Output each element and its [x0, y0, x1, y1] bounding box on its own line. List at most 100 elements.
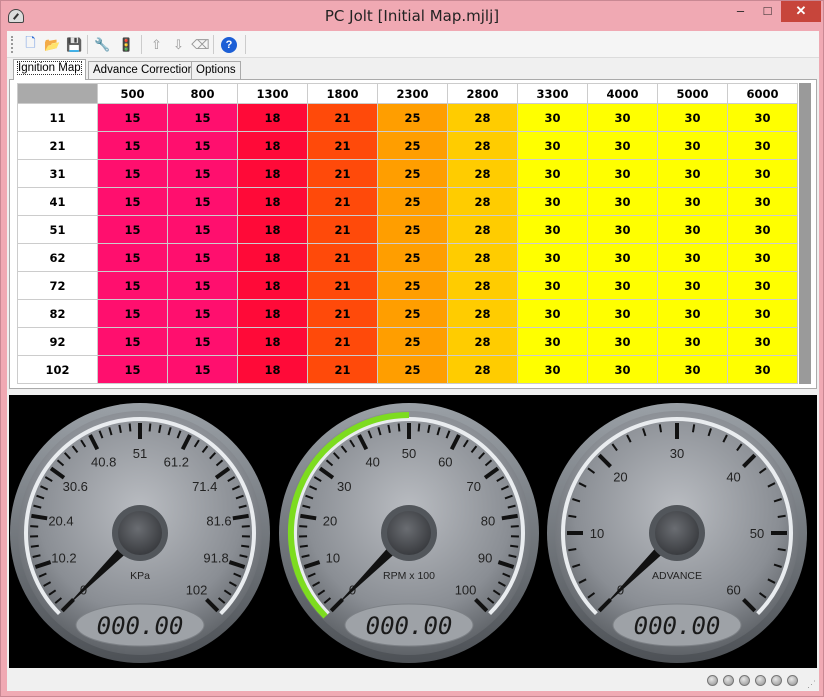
map-cell[interactable]: 30 [587, 271, 658, 300]
map-cell[interactable]: 30 [657, 243, 728, 272]
map-cell[interactable]: 30 [657, 355, 728, 384]
map-cell[interactable]: 30 [727, 131, 798, 160]
map-cell[interactable]: 15 [97, 131, 168, 160]
map-cell[interactable]: 15 [97, 103, 168, 132]
map-cell[interactable]: 21 [307, 243, 378, 272]
row-header-kpa[interactable]: 92 [17, 327, 98, 356]
map-cell[interactable]: 18 [237, 131, 308, 160]
map-cell[interactable]: 18 [237, 187, 308, 216]
save-icon[interactable]: 💾 [65, 35, 84, 54]
map-cell[interactable]: 30 [587, 131, 658, 160]
map-cell[interactable]: 15 [97, 187, 168, 216]
row-header-kpa[interactable]: 21 [17, 131, 98, 160]
map-cell[interactable]: 15 [167, 243, 238, 272]
map-cell[interactable]: 21 [307, 299, 378, 328]
maximize-button[interactable]: □ [754, 1, 781, 22]
toolbar-grip[interactable] [11, 36, 14, 53]
map-cell[interactable]: 25 [377, 187, 448, 216]
open-folder-icon[interactable]: 📂 [43, 35, 62, 54]
map-cell[interactable]: 30 [657, 103, 728, 132]
row-header-kpa[interactable]: 82 [17, 299, 98, 328]
column-header-rpm[interactable]: 6000 [727, 83, 798, 104]
table-corner[interactable] [17, 83, 98, 104]
map-cell[interactable]: 30 [517, 243, 588, 272]
map-cell[interactable]: 30 [657, 215, 728, 244]
map-cell[interactable]: 30 [727, 103, 798, 132]
map-cell[interactable]: 15 [97, 271, 168, 300]
map-cell[interactable]: 30 [587, 215, 658, 244]
close-button[interactable]: ✕ [781, 1, 821, 22]
map-cell[interactable]: 28 [447, 299, 518, 328]
map-cell[interactable]: 30 [657, 159, 728, 188]
map-cell[interactable]: 15 [97, 215, 168, 244]
map-cell[interactable]: 30 [657, 327, 728, 356]
map-cell[interactable]: 30 [517, 355, 588, 384]
map-cell[interactable]: 30 [727, 327, 798, 356]
traffic-light-icon[interactable]: 🚦 [117, 35, 136, 54]
row-header-kpa[interactable]: 51 [17, 215, 98, 244]
row-header-kpa[interactable]: 72 [17, 271, 98, 300]
map-cell[interactable]: 30 [657, 299, 728, 328]
map-cell[interactable]: 15 [167, 159, 238, 188]
row-header-kpa[interactable]: 31 [17, 159, 98, 188]
map-cell[interactable]: 30 [727, 187, 798, 216]
wrench-icon[interactable]: 🔧 [93, 35, 112, 54]
map-cell[interactable]: 30 [587, 159, 658, 188]
map-cell[interactable]: 18 [237, 271, 308, 300]
map-cell[interactable]: 30 [727, 243, 798, 272]
map-cell[interactable]: 21 [307, 131, 378, 160]
map-cell[interactable]: 15 [167, 131, 238, 160]
map-cell[interactable]: 28 [447, 327, 518, 356]
map-cell[interactable]: 30 [727, 355, 798, 384]
tab-advance-correction[interactable]: Advance Correction [88, 61, 199, 79]
title-bar[interactable]: PC Jolt [Initial Map.mjlj] – □ ✕ [1, 1, 823, 31]
map-cell[interactable]: 25 [377, 271, 448, 300]
map-cell[interactable]: 30 [587, 355, 658, 384]
map-cell[interactable]: 30 [517, 131, 588, 160]
resize-grip-icon[interactable]: ⋰ [807, 679, 817, 689]
map-cell[interactable]: 15 [167, 215, 238, 244]
map-cell[interactable]: 30 [587, 299, 658, 328]
map-cell[interactable]: 30 [657, 187, 728, 216]
map-cell[interactable]: 15 [97, 355, 168, 384]
column-header-rpm[interactable]: 2300 [377, 83, 448, 104]
map-cell[interactable]: 15 [167, 271, 238, 300]
map-cell[interactable]: 15 [97, 243, 168, 272]
map-cell[interactable]: 25 [377, 355, 448, 384]
column-header-rpm[interactable]: 1300 [237, 83, 308, 104]
map-cell[interactable]: 21 [307, 355, 378, 384]
map-cell[interactable]: 15 [167, 103, 238, 132]
upload-icon[interactable]: ⇧ [147, 35, 166, 54]
map-cell[interactable]: 18 [237, 299, 308, 328]
map-cell[interactable]: 25 [377, 159, 448, 188]
map-cell[interactable]: 30 [727, 299, 798, 328]
column-header-rpm[interactable]: 4000 [587, 83, 658, 104]
map-cell[interactable]: 30 [517, 327, 588, 356]
map-cell[interactable]: 15 [97, 299, 168, 328]
row-header-kpa[interactable]: 41 [17, 187, 98, 216]
map-cell[interactable]: 28 [447, 243, 518, 272]
map-cell[interactable]: 21 [307, 159, 378, 188]
map-cell[interactable]: 15 [167, 355, 238, 384]
map-cell[interactable]: 21 [307, 187, 378, 216]
map-cell[interactable]: 30 [657, 131, 728, 160]
download-icon[interactable]: ⇩ [169, 35, 188, 54]
map-cell[interactable]: 15 [167, 187, 238, 216]
map-cell[interactable]: 15 [97, 327, 168, 356]
map-cell[interactable]: 21 [307, 327, 378, 356]
map-cell[interactable]: 30 [727, 215, 798, 244]
map-cell[interactable]: 25 [377, 131, 448, 160]
map-cell[interactable]: 25 [377, 327, 448, 356]
map-cell[interactable]: 28 [447, 103, 518, 132]
map-cell[interactable]: 30 [517, 187, 588, 216]
map-cell[interactable]: 25 [377, 299, 448, 328]
map-cell[interactable]: 18 [237, 103, 308, 132]
row-header-kpa[interactable]: 11 [17, 103, 98, 132]
row-header-kpa[interactable]: 62 [17, 243, 98, 272]
map-cell[interactable]: 30 [517, 299, 588, 328]
map-cell[interactable]: 30 [587, 243, 658, 272]
map-cell[interactable]: 21 [307, 271, 378, 300]
map-cell[interactable]: 21 [307, 103, 378, 132]
tab-ignition-map[interactable]: Ignition Map [13, 59, 86, 80]
map-cell[interactable]: 30 [517, 159, 588, 188]
